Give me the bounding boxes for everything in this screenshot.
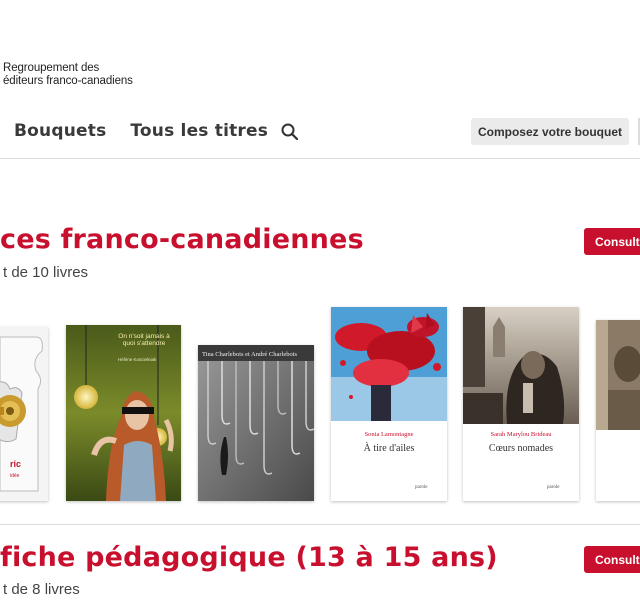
book-cover[interactable]: Sarah Marylou Brideau Cœurs nomades paro… [463, 307, 579, 501]
book-cover[interactable]: Sonia Lamontagne À tire d'ailes parole [331, 307, 447, 501]
header-divider [0, 158, 640, 159]
book-cover-text: On n'soit jamais à quoi s'attendre [118, 333, 170, 347]
book-cover[interactable]: On n'soit jamais à quoi s'attendre Hélèn… [66, 325, 181, 501]
book-cover-subtext: Hélène Koscielniak [118, 357, 157, 362]
book-cover-text: ric [10, 459, 22, 469]
section-title[interactable]: fiche pédagogique (13 à 15 ans) [0, 542, 498, 573]
consult-button[interactable]: Consulte [584, 228, 640, 255]
search-icon[interactable] [280, 122, 300, 142]
book-publisher: parole [547, 485, 560, 490]
logo-line-2: éditeurs franco-canadiens [3, 74, 133, 87]
main-nav: Bouquets Tous les titres [14, 120, 300, 142]
nav-bouquets[interactable]: Bouquets [14, 121, 106, 141]
book-cover[interactable]: ric idée [0, 327, 48, 501]
book-cover-subtext: idée [10, 473, 20, 479]
book-author: Sarah Marylou Brideau [490, 431, 552, 438]
book-cover[interactable]: Tina Charlebois et André Charlebois [198, 345, 314, 501]
book-publisher: parole [415, 485, 428, 490]
book-author: Sonia Lamontagne [364, 431, 414, 438]
book-title: Cœurs nomades [488, 443, 554, 454]
compose-bouquet-button[interactable]: Composez votre bouquet [471, 118, 629, 145]
section-divider [0, 524, 640, 525]
book-cover-text: Tina Charlebois et André Charlebois [202, 351, 298, 358]
section-title[interactable]: ces franco-canadiennes [0, 224, 364, 255]
consult-button[interactable]: Consulte [584, 546, 640, 573]
logo-line-1: Regroupement des [3, 62, 100, 74]
book-title: À tire d'ailes [363, 443, 415, 454]
section-subtitle: t de 10 livres [3, 264, 89, 281]
site-logo[interactable]: Regroupement des éditeurs franco-canadie… [3, 62, 133, 87]
book-cover[interactable] [596, 320, 640, 501]
nav-tous-les-titres[interactable]: Tous les titres [130, 121, 268, 141]
section-subtitle: t de 8 livres [3, 581, 80, 598]
